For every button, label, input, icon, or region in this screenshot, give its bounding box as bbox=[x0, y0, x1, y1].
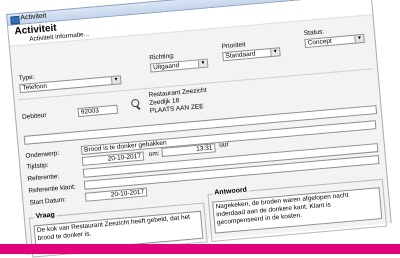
chevron-down-icon: ▼ bbox=[110, 76, 121, 85]
vraag-title: Vraag bbox=[33, 211, 58, 221]
chevron-down-icon: ▼ bbox=[197, 59, 208, 68]
activiteit-window: Activiteit – □ ✕ Activiteit Activiteit i… bbox=[6, 0, 392, 258]
search-icon[interactable] bbox=[130, 98, 140, 108]
type-label: Type: bbox=[18, 73, 35, 83]
screenshot-stage: Activiteit – □ ✕ Activiteit Activiteit i… bbox=[0, 0, 400, 258]
app-icon bbox=[10, 15, 20, 25]
antwoord-group: Antwoord Nagekeken, de broden waren afge… bbox=[207, 178, 387, 242]
debiteur-field[interactable]: 92003 bbox=[77, 104, 119, 118]
debiteur-label: Debiteur bbox=[21, 111, 47, 121]
referentie-klant-label: Referentie klant: bbox=[28, 183, 76, 195]
window-title: Activiteit bbox=[20, 12, 47, 22]
start-datum-field[interactable]: 20-10-2017 bbox=[84, 187, 148, 202]
window-content: Activiteit Activiteit informatie... Type… bbox=[7, 0, 392, 258]
richting-label: Richting: bbox=[149, 52, 175, 62]
prioriteit-value: Standaard bbox=[225, 50, 256, 61]
om-label: om: bbox=[148, 150, 160, 159]
status-value: Concept bbox=[307, 37, 333, 47]
chevron-down-icon: ▼ bbox=[354, 34, 364, 43]
prioriteit-label: Prioriteit bbox=[221, 41, 246, 51]
tijdstip-label: Tijdstip: bbox=[26, 161, 49, 171]
antwoord-title: Antwoord bbox=[212, 186, 250, 197]
chevron-down-icon: ▼ bbox=[270, 48, 280, 57]
referentie-label: Referentie: bbox=[27, 172, 60, 183]
status-label: Status: bbox=[303, 28, 325, 38]
type-value: Telefoon bbox=[22, 82, 48, 92]
start-datum-label: Start Datum: bbox=[29, 196, 67, 207]
onderwerp-label: Onderwerp: bbox=[25, 149, 60, 160]
uur-label: uur bbox=[218, 141, 229, 149]
richting-value: Uitgaand bbox=[152, 62, 180, 72]
accent-bar bbox=[0, 244, 400, 254]
